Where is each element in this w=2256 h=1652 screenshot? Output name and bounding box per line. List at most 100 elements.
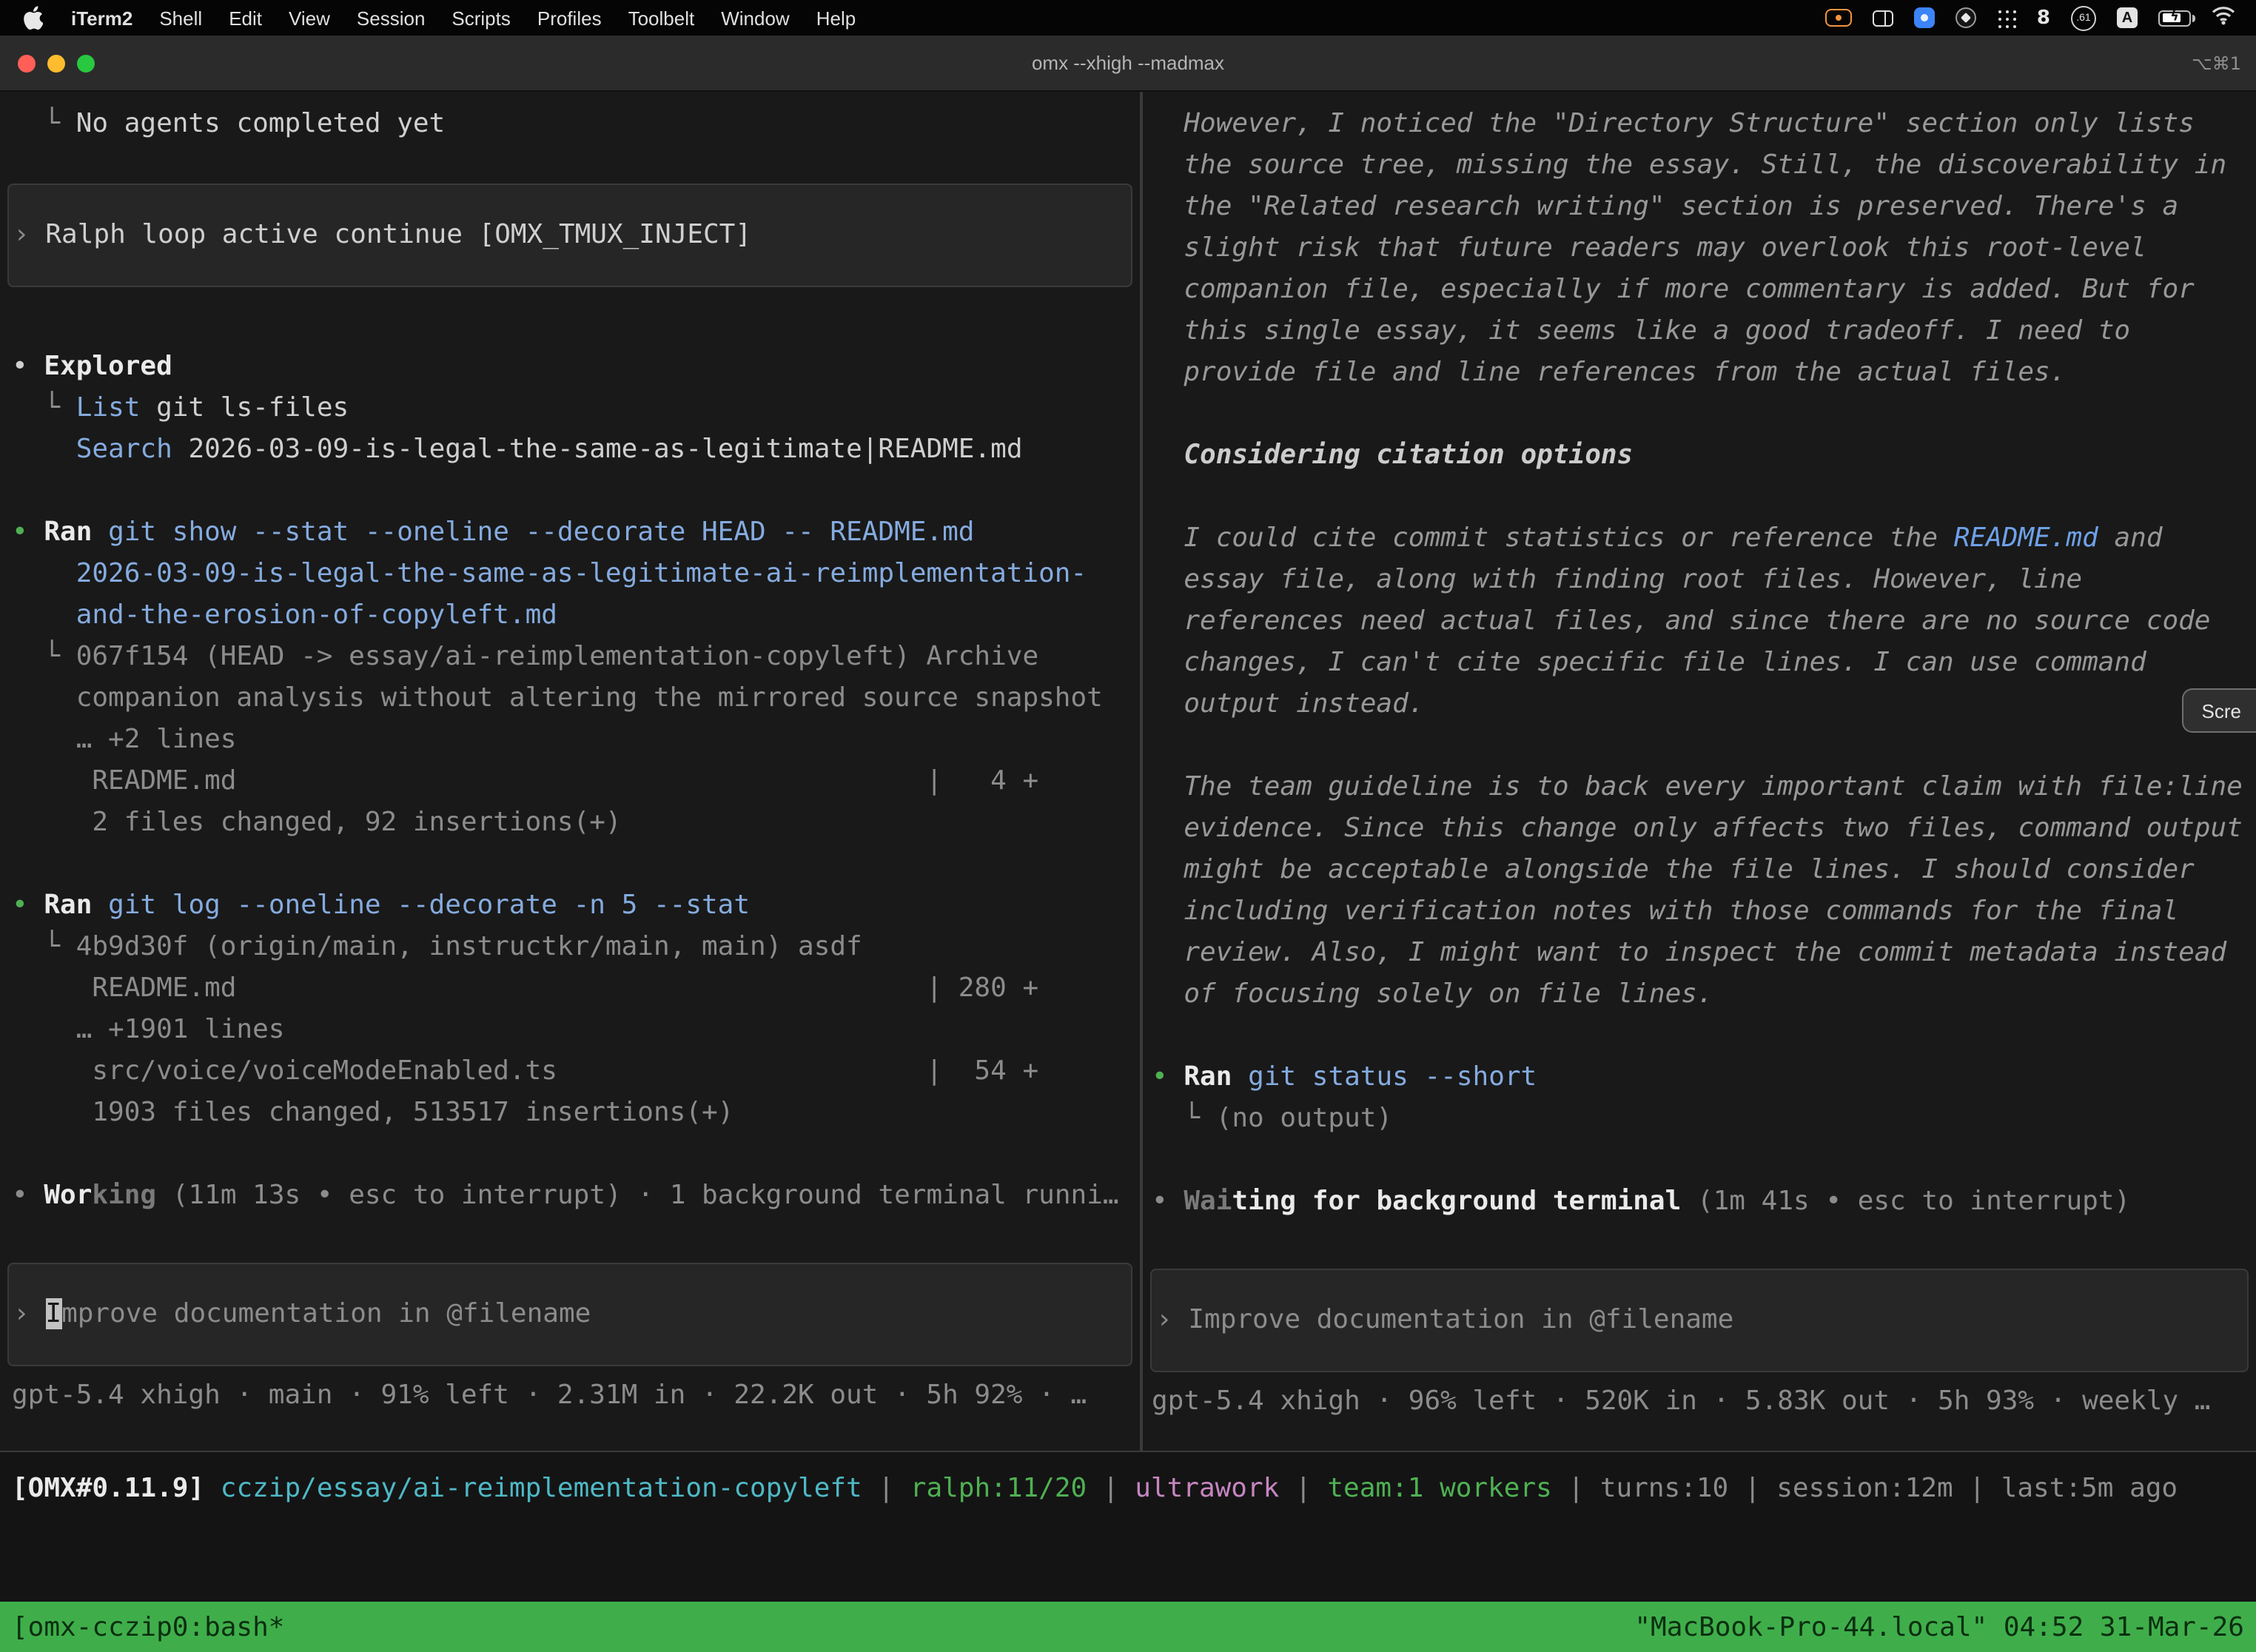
minimize-button[interactable]: [47, 54, 65, 72]
terminal-line: › Improve documentation in @filename: [1156, 1300, 2235, 1341]
menu-item-edit[interactable]: Edit: [215, 7, 275, 29]
screen-share-overlay-button[interactable]: Scre: [2183, 688, 2256, 733]
wifi-icon[interactable]: [2212, 6, 2235, 30]
terminal-line: [1152, 1140, 2256, 1181]
terminal-line: provide file and line references from th…: [1152, 352, 2256, 394]
menu-status-icons: 8 .61 A ϟ: [1825, 5, 2241, 30]
terminal-line: changes, I can't cite specific file line…: [1152, 642, 2256, 684]
dots-grid-icon[interactable]: [1997, 8, 2016, 27]
terminal-line: review. Also, I might want to inspect th…: [1152, 933, 2256, 974]
right-prompt-input[interactable]: › Improve documentation in @filename: [1150, 1269, 2249, 1372]
terminal-line: However, I noticed the "Directory Struct…: [1152, 104, 2256, 145]
terminal-line: [1152, 477, 2256, 518]
terminal-line: of focusing solely on file lines.: [1152, 974, 2256, 1015]
menu-item-session[interactable]: Session: [343, 7, 439, 29]
terminal-line: … +1901 lines: [12, 1010, 1140, 1051]
dark-app-icon[interactable]: [1955, 7, 1976, 28]
close-button[interactable]: [18, 54, 36, 72]
left-prompt-input[interactable]: › Improve documentation in @filename: [7, 1263, 1132, 1366]
macos-menu-bar: iTerm2ShellEditViewSessionScriptsProfile…: [0, 0, 2256, 36]
terminal-line: [OMX#0.11.9] cczip/essay/ai-reimplementa…: [12, 1468, 2256, 1510]
terminal-line: [12, 1134, 1140, 1175]
ralph-loop-banner: › Ralph loop active continue [OMX_TMUX_I…: [7, 184, 1132, 287]
terminal-line: [12, 471, 1140, 512]
terminal-line: 2 files changed, 92 insertions(+): [12, 802, 1140, 844]
terminal-line: [12, 844, 1140, 885]
terminal-line: companion file, especially if more comme…: [1152, 269, 2256, 311]
terminal-line: essay file, along with finding root file…: [1152, 560, 2256, 601]
terminal-line: Considering citation options: [1152, 435, 2256, 477]
tmux-host-clock-label: "MacBook-Pro-44.local" 04:52 31-Mar-26: [1634, 1611, 2244, 1642]
terminal-line: └ (no output): [1152, 1098, 2256, 1140]
terminal-line: README.md | 280 +: [12, 968, 1140, 1010]
app-8-icon[interactable]: 8: [2037, 8, 2050, 27]
terminal-line: • Ran git status --short: [1152, 1057, 2256, 1098]
screenshot-root: iTerm2ShellEditViewSessionScriptsProfile…: [0, 0, 2256, 1652]
battery-icon[interactable]: ϟ: [2158, 10, 2191, 26]
terminal-line: The team guideline is to back every impo…: [1152, 767, 2256, 808]
terminal-line: … +2 lines: [12, 719, 1140, 761]
terminal-line: • Ran git show --stat --oneline --decora…: [12, 512, 1140, 554]
terminal-line: 1903 files changed, 513517 insertions(+): [12, 1092, 1140, 1134]
terminal-line: └ List git ls-files: [12, 388, 1140, 429]
blue-app-icon[interactable]: [1914, 7, 1935, 28]
terminal-line: and-the-erosion-of-copyleft.md: [12, 595, 1140, 637]
terminal-line: › Ralph loop active continue [OMX_TMUX_I…: [13, 215, 1119, 256]
terminal-line: [1152, 394, 2256, 435]
input-source-icon[interactable]: A: [2117, 7, 2138, 28]
right-transcript: However, I noticed the "Directory Struct…: [1143, 104, 2256, 1223]
terminal-line: README.md | 4 +: [12, 761, 1140, 802]
menu-item-iterm2[interactable]: iTerm2: [58, 7, 146, 29]
left-agent-pane[interactable]: └ No agents completed yet › Ralph loop a…: [0, 92, 1140, 1451]
terminal-line: I could cite commit statistics or refere…: [1152, 518, 2256, 560]
terminal-line: › Improve documentation in @filename: [13, 1294, 1119, 1335]
window-manager-icon[interactable]: [1873, 10, 1893, 26]
omx-status-bar: [OMX#0.11.9] cczip/essay/ai-reimplementa…: [0, 1452, 2256, 1602]
window-title-bar: omx --xhigh --madmax ⌥⌘1: [0, 36, 2256, 92]
terminal-line: [1152, 725, 2256, 767]
battery-percent-widget-icon[interactable]: .61: [2071, 5, 2096, 30]
left-top-lines: └ No agents completed yet: [0, 104, 1140, 145]
window-title: omx --xhigh --madmax: [0, 52, 2256, 74]
terminal-line: references need actual files, and since …: [1152, 601, 2256, 642]
terminal-line: • Working (11m 13s • esc to interrupt) ·…: [12, 1175, 1140, 1217]
terminal-line: Search 2026-03-09-is-legal-the-same-as-l…: [12, 429, 1140, 471]
terminal-line: gpt-5.4 xhigh · main · 91% left · 2.31M …: [12, 1375, 1140, 1417]
menu-left: iTerm2ShellEditViewSessionScriptsProfile…: [15, 6, 869, 30]
terminal-line: including verification notes with those …: [1152, 891, 2256, 933]
menu-item-shell[interactable]: Shell: [146, 7, 215, 29]
right-model-status-line: gpt-5.4 xhigh · 96% left · 520K in · 5.8…: [1143, 1381, 2256, 1423]
menu-item-profiles[interactable]: Profiles: [524, 7, 615, 29]
menu-item-scripts[interactable]: Scripts: [438, 7, 523, 29]
traffic-lights: [18, 54, 95, 72]
terminal-line: [1152, 1015, 2256, 1057]
terminal-line: • Explored: [12, 346, 1140, 388]
terminal-line: this single essay, it seems like a good …: [1152, 311, 2256, 352]
screen-recording-indicator-icon[interactable]: [1825, 9, 1852, 27]
menu-item-toolbelt[interactable]: Toolbelt: [615, 7, 708, 29]
terminal-line: might be acceptable alongside the file l…: [1152, 850, 2256, 891]
terminal-line: └ No agents completed yet: [12, 104, 1140, 145]
terminal-line: • Waiting for background terminal (1m 41…: [1152, 1181, 2256, 1223]
terminal-line: gpt-5.4 xhigh · 96% left · 520K in · 5.8…: [1152, 1381, 2256, 1423]
menu-item-window[interactable]: Window: [708, 7, 803, 29]
window-shortcut-badge: ⌥⌘1: [2192, 53, 2241, 73]
terminal-line: the source tree, missing the essay. Stil…: [1152, 145, 2256, 187]
apple-menu-icon[interactable]: [15, 6, 58, 30]
terminal-line: └ 067f154 (HEAD -> essay/ai-reimplementa…: [12, 637, 1140, 678]
zoom-button[interactable]: [77, 54, 95, 72]
tmux-status-bar: [omx-cczip0:bash* "MacBook-Pro-44.local"…: [0, 1602, 2256, 1652]
right-agent-pane[interactable]: However, I noticed the "Directory Struct…: [1143, 92, 2256, 1451]
left-transcript: • Explored └ List git ls-files Search 20…: [0, 346, 1140, 1217]
tmux-session-label: [omx-cczip0:bash*: [12, 1611, 284, 1642]
menu-item-view[interactable]: View: [275, 7, 343, 29]
terminal-line: output instead.: [1152, 684, 2256, 725]
terminal-line: 2026-03-09-is-legal-the-same-as-legitima…: [12, 554, 1140, 595]
terminal-line: evidence. Since this change only affects…: [1152, 808, 2256, 850]
terminal-line: slight risk that future readers may over…: [1152, 228, 2256, 269]
left-model-status-line: gpt-5.4 xhigh · main · 91% left · 2.31M …: [0, 1375, 1140, 1417]
terminal-line: • Ran git log --oneline --decorate -n 5 …: [12, 885, 1140, 927]
terminal-line: src/voice/voiceModeEnabled.ts | 54 +: [12, 1051, 1140, 1092]
menu-item-help[interactable]: Help: [803, 7, 870, 29]
terminal-line: companion analysis without altering the …: [12, 678, 1140, 719]
